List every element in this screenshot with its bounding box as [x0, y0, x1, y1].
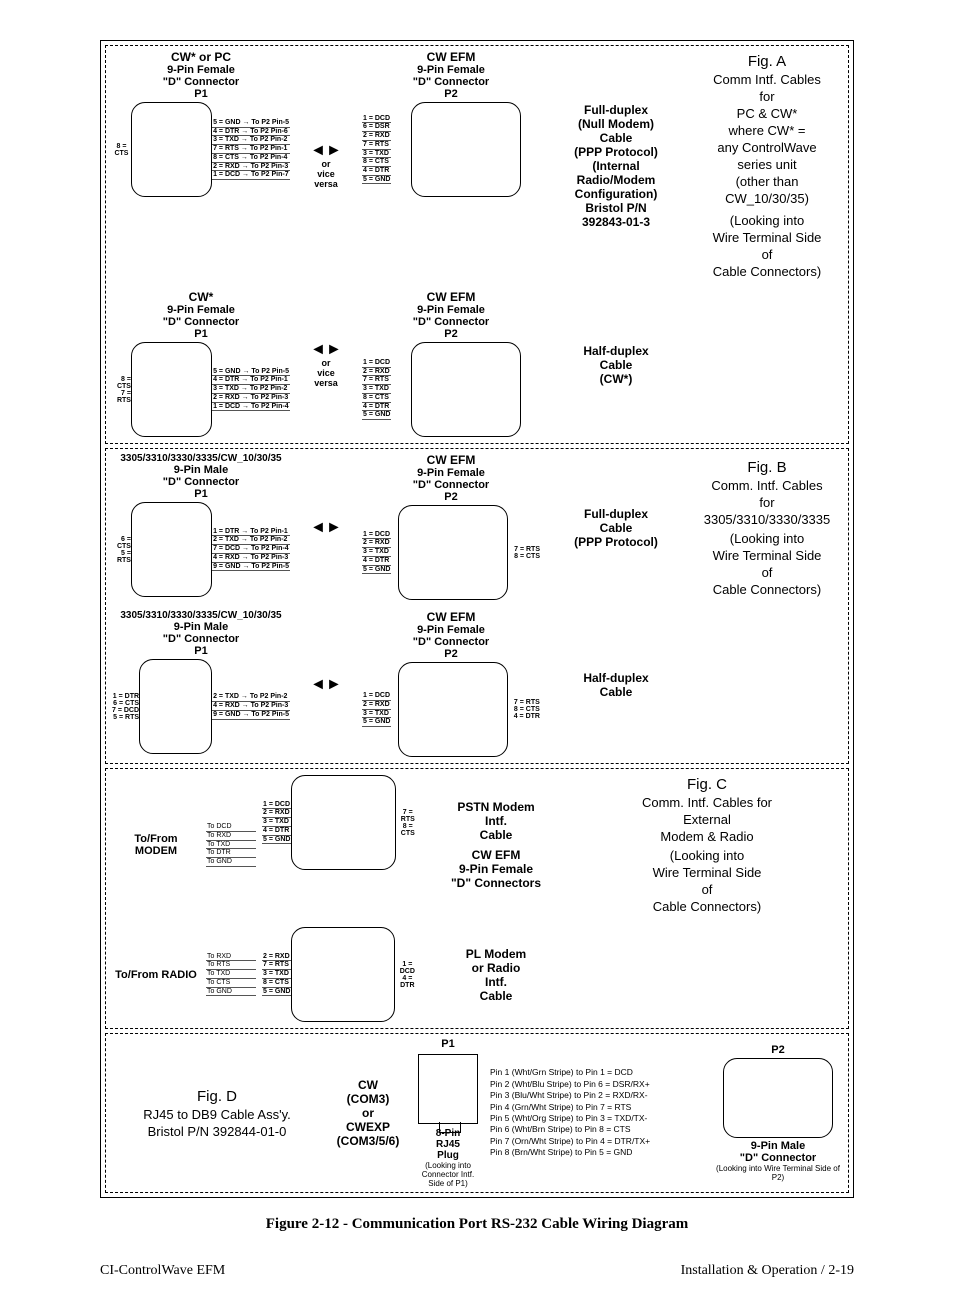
figC-radio-conn: 2 = RXD 7 = RTS 3 = TXD 8 = CTS 5 = GND … — [256, 921, 426, 1028]
figA-right-conn1: CW EFM 9-Pin Female "D" Connector P2 1 =… — [356, 46, 546, 286]
figB-title: Fig. B — [696, 459, 838, 476]
figure-caption: Figure 2-12 - Communication Port RS-232 … — [100, 1216, 854, 1233]
figC-title: Fig. C — [576, 776, 838, 793]
figC-radio-lbl: To/From RADIO — [106, 921, 206, 1028]
fig-a-section: CW* or PC 9-Pin Female "D" Connector P1 … — [105, 45, 849, 444]
figC-radio-desc: PL Modem or Radio Intf. Cable — [426, 921, 566, 1028]
figC-label: Fig. C Comm. Intf. Cables for External M… — [566, 769, 848, 921]
figC-modem-lbl: To/From MODEM — [106, 769, 206, 921]
arrow-lr-icon: ◄► — [310, 143, 342, 159]
figD-label: Fig. D RJ45 to DB9 Cable Ass'y. Bristol … — [106, 1081, 328, 1146]
db9-male-icon — [723, 1058, 833, 1138]
footer-left: CI-ControlWave EFM — [100, 1263, 225, 1279]
figA-leftwires2: 5 = GND → To P2 Pin-5 4 = DTR → To P2 Pi… — [212, 368, 290, 411]
figC-modem-conn: 1 = DCD 2 = RXD 3 = TXD 4 = DTR 5 = GND … — [256, 769, 426, 921]
db9-female-icon — [398, 662, 508, 757]
figA-title: Fig. A — [696, 53, 838, 70]
figA-left-hdr3: "D" Connector — [112, 76, 290, 88]
figB-desc2: Half-duplex Cable — [546, 606, 686, 763]
figA-desc2: Half-duplex Cable (CW*) — [546, 286, 686, 443]
figA-left-conn1: CW* or PC 9-Pin Female "D" Connector P1 … — [106, 46, 296, 286]
figB-arrow2: ◄► — [296, 606, 356, 763]
figD-rj45: P1 8-Pin RJ45 Plug (Looking into Connect… — [408, 1034, 488, 1192]
db9-female-icon — [398, 505, 508, 600]
fig-d-section: Fig. D RJ45 to DB9 Cable Ass'y. Bristol … — [105, 1033, 849, 1193]
figD-pinmap: Pin 1 (Wht/Grn Stripe) to Pin 1 = DCD Pi… — [488, 1063, 708, 1163]
db9-female-icon — [131, 102, 212, 197]
figC-modem-desc: PSTN Modem Intf. Cable CW EFM 9-Pin Fema… — [426, 769, 566, 921]
fig-b-section: 3305/3310/3330/3335/CW_10/30/35 9-Pin Ma… — [105, 448, 849, 764]
figA-left-hdr1: CW* or PC — [112, 50, 290, 64]
figA-right-hdr3: "D" Connector — [362, 76, 540, 88]
db9-female-icon — [411, 342, 521, 437]
page-footer: CI-ControlWave EFM Installation & Operat… — [100, 1263, 854, 1279]
figD-title: Fig. D — [116, 1088, 318, 1105]
fig-c-section: To/From MODEM To DCD To RXD To TXD To DT… — [105, 768, 849, 1029]
figB-desc1: Full-duplex Cable (PPP Protocol) — [546, 449, 686, 606]
figA-arrow2: ◄► or vice versa — [296, 286, 356, 443]
arrow-lr-icon: ◄► — [310, 677, 342, 693]
figD-cw: CW (COM3) or CWEXP (COM3/5/6) — [328, 1074, 408, 1152]
figA-right-p: P2 — [362, 88, 540, 100]
figA-right-hdr1: CW EFM — [362, 50, 540, 64]
rj45-plug-icon — [418, 1054, 478, 1124]
db9-female-icon — [291, 775, 395, 870]
figB-arrow1: ◄► — [296, 449, 356, 606]
diagram-frame: CW* or PC 9-Pin Female "D" Connector P1 … — [100, 40, 854, 1198]
figA-arrow1: ◄► or vice versa — [296, 46, 356, 286]
figB-right-conn2: CW EFM 9-Pin Female "D" Connector P2 1 =… — [356, 606, 546, 763]
figB-left-conn1: 3305/3310/3330/3335/CW_10/30/35 9-Pin Ma… — [106, 449, 296, 606]
figA-right-hdr2: 9-Pin Female — [362, 64, 540, 76]
figD-p2: P2 9-Pin Male "D" Connector (Looking int… — [708, 1040, 848, 1186]
figA-right-conn2: CW EFM 9-Pin Female "D" Connector P2 1 =… — [356, 286, 546, 443]
figB-label: Fig. B Comm. Intf. Cables for 3305/3310/… — [686, 449, 848, 606]
arrow-lr-icon: ◄► — [310, 520, 342, 536]
figA-left-hdr2: 9-Pin Female — [112, 64, 290, 76]
figA-left-conn2: CW* 9-Pin Female "D" Connector P1 8 = CT… — [106, 286, 296, 443]
db9-female-icon — [131, 342, 212, 437]
figA-sideleft1: 8 = CTS — [112, 143, 131, 157]
db9-female-icon — [291, 927, 394, 1022]
db9-female-icon — [411, 102, 521, 197]
figB-left-conn2: 3305/3310/3330/3335/CW_10/30/35 9-Pin Ma… — [106, 606, 296, 763]
figA-left-p: P1 — [112, 88, 290, 100]
figA-label: Fig. A Comm Intf. Cables for PC & CW* wh… — [686, 46, 848, 286]
figA-desc1: Full-duplex (Null Modem) Cable (PPP Prot… — [546, 46, 686, 286]
figA-leftwires1: 5 = GND → To P2 Pin-5 4 = DTR → To P2 Pi… — [212, 119, 290, 180]
arrow-lr-icon: ◄► — [310, 342, 342, 358]
db9-male-icon — [131, 502, 212, 597]
figA-rightwires2: 1 = DCD 2 = RXD 7 = RTS 3 = TXD 8 = CTS … — [362, 359, 391, 420]
db9-male-icon — [139, 659, 212, 754]
footer-right: Installation & Operation / 2-19 — [681, 1263, 854, 1279]
figB-right-conn1: CW EFM 9-Pin Female "D" Connector P2 1 =… — [356, 449, 546, 606]
figA-rightwires1: 1 = DCD 6 = DSR 2 = RXD 7 = RTS 3 = TXD … — [362, 115, 391, 185]
